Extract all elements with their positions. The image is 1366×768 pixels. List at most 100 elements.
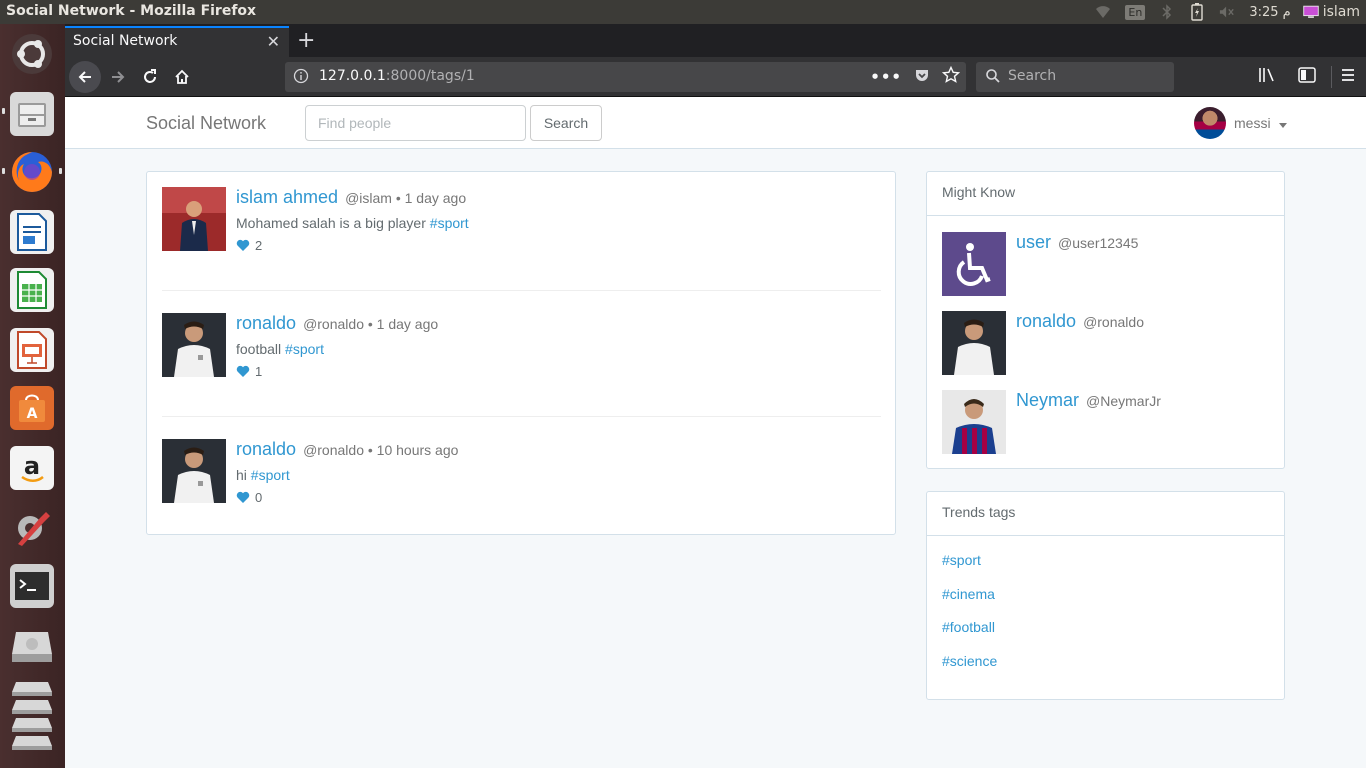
terminal-app-icon[interactable]: [10, 564, 54, 608]
library-icon[interactable]: [1258, 67, 1276, 87]
site-brand[interactable]: Social Network: [146, 113, 266, 134]
keyboard-layout-indicator[interactable]: En: [1125, 4, 1146, 20]
volume-icon[interactable]: [1219, 4, 1235, 20]
page-actions-icon[interactable]: •••: [870, 68, 902, 86]
post-author-name[interactable]: ronaldo @ronaldo • 10 hours ago: [236, 439, 458, 460]
suggested-person-name[interactable]: Neymar @NeymarJr: [1016, 390, 1161, 411]
suggested-person-name[interactable]: ronaldo @ronaldo: [1016, 311, 1144, 332]
url-text[interactable]: 127.0.0.1:8000/tags/1: [319, 68, 475, 84]
post-likes[interactable]: 2: [236, 238, 262, 253]
trends-tags-panel: Trends tags #sport #cinema #football #sc…: [926, 491, 1285, 700]
trend-tag-link[interactable]: #cinema: [942, 586, 995, 602]
trend-tag-link[interactable]: #sport: [942, 552, 981, 568]
tag-feed-panel: islam ahmed @islam • 1 day ago Mohamed s…: [146, 171, 896, 535]
post-author-avatar[interactable]: [162, 439, 226, 503]
find-people-input[interactable]: [305, 105, 526, 141]
home-button[interactable]: [167, 63, 197, 91]
like-count: 2: [255, 238, 263, 253]
suggested-person-handle: @ronaldo: [1083, 314, 1144, 330]
libreoffice-writer-icon[interactable]: [10, 210, 54, 254]
disk-drive-icon[interactable]: [10, 624, 54, 668]
post-author-avatar[interactable]: [162, 313, 226, 377]
heart-icon[interactable]: [236, 239, 250, 252]
post-meta: @ronaldo • 10 hours ago: [303, 442, 459, 458]
pocket-icon[interactable]: [914, 67, 930, 87]
trends-heading: Trends tags: [927, 492, 1284, 536]
post-author-name[interactable]: ronaldo @ronaldo • 1 day ago: [236, 313, 438, 334]
window-title: Social Network - Mozilla Firefox: [6, 3, 257, 19]
post-hashtag-link[interactable]: #sport: [285, 341, 324, 357]
libreoffice-impress-icon[interactable]: [10, 328, 54, 372]
libreoffice-calc-icon[interactable]: [10, 268, 54, 312]
like-count: 1: [255, 364, 263, 379]
like-count: 0: [255, 490, 263, 505]
amazon-app-icon[interactable]: a: [10, 446, 54, 490]
accessibility-avatar-icon[interactable]: [942, 232, 1006, 296]
sidebar-toggle-icon[interactable]: [1298, 67, 1316, 87]
ubuntu-dash-button[interactable]: [10, 32, 54, 76]
search-placeholder: Search: [1008, 68, 1057, 84]
post-divider: [162, 416, 881, 417]
launcher-running-indicator: [2, 168, 5, 174]
suggested-person-avatar[interactable]: [942, 311, 1006, 375]
new-tab-button[interactable]: +: [297, 28, 315, 53]
system-top-bar: Social Network - Mozilla Firefox En 3:25…: [0, 0, 1366, 24]
back-button[interactable]: [69, 61, 101, 93]
url-bar[interactable]: 127.0.0.1:8000/tags/1 •••: [285, 62, 966, 92]
firefox-app-icon[interactable]: [10, 150, 54, 194]
suggested-person-name-text[interactable]: Neymar: [1016, 390, 1079, 410]
launcher-focus-indicator: [59, 168, 62, 174]
svg-text:a: a: [24, 452, 40, 480]
post-hashtag-link[interactable]: #sport: [251, 467, 290, 483]
post-author-name-text[interactable]: islam ahmed: [236, 187, 338, 207]
post-likes[interactable]: 0: [236, 490, 262, 505]
clock[interactable]: 3:25 م: [1249, 5, 1290, 20]
bluetooth-icon[interactable]: [1159, 4, 1175, 20]
might-know-heading: Might Know: [927, 172, 1284, 216]
battery-icon[interactable]: [1189, 3, 1205, 21]
software-center-icon[interactable]: A: [10, 386, 54, 430]
post-author-name[interactable]: islam ahmed @islam • 1 day ago: [236, 187, 466, 208]
suggested-person-name[interactable]: user @user12345: [1016, 232, 1138, 253]
suggested-person-name-text[interactable]: user: [1016, 232, 1051, 252]
site-info-icon[interactable]: [293, 68, 309, 88]
session-user-name[interactable]: islam: [1323, 4, 1360, 20]
user-session-icon[interactable]: [1302, 4, 1319, 20]
post-likes[interactable]: 1: [236, 364, 262, 379]
bookmark-star-icon[interactable]: [941, 65, 961, 88]
post-hashtag-link[interactable]: #sport: [430, 215, 469, 231]
trend-tag-link[interactable]: #science: [942, 653, 997, 669]
svg-text:A: A: [27, 406, 38, 422]
browser-search-box[interactable]: Search: [976, 62, 1174, 92]
site-navbar: Social Network Search messi: [65, 97, 1366, 149]
post-body: Mohamed salah is a big player: [236, 215, 426, 231]
browser-navigation-bar: 127.0.0.1:8000/tags/1 ••• Search: [65, 57, 1366, 97]
browser-tab-active[interactable]: Social Network ✕: [65, 26, 289, 57]
suggested-person-avatar[interactable]: [942, 390, 1006, 454]
post-author-name-text[interactable]: ronaldo: [236, 439, 296, 459]
files-app-icon[interactable]: [10, 92, 54, 136]
url-host: 127.0.0.1: [319, 68, 386, 84]
close-tab-icon[interactable]: ✕: [267, 32, 280, 51]
system-settings-icon[interactable]: [10, 504, 54, 548]
heart-icon[interactable]: [236, 365, 250, 378]
suggested-person: ronaldo @ronaldo: [942, 311, 1272, 375]
post-body: hi: [236, 467, 247, 483]
removable-drives-icon[interactable]: [10, 676, 54, 756]
reload-button[interactable]: [135, 63, 165, 91]
trend-tag-link[interactable]: #football: [942, 619, 995, 635]
forward-button[interactable]: [103, 63, 133, 91]
toolbar-divider: [1331, 66, 1332, 88]
system-tray: En 3:25 م islam: [1095, 0, 1360, 24]
unity-launcher: A a: [0, 24, 65, 768]
wifi-icon[interactable]: [1095, 4, 1111, 20]
post-author-avatar[interactable]: [162, 187, 226, 251]
heart-icon[interactable]: [236, 491, 250, 504]
user-menu-dropdown[interactable]: messi: [1194, 107, 1287, 139]
find-people-button[interactable]: Search: [530, 105, 602, 141]
suggested-person-name-text[interactable]: ronaldo: [1016, 311, 1076, 331]
tab-title: Social Network: [73, 33, 178, 49]
post-author-name-text[interactable]: ronaldo: [236, 313, 296, 333]
hamburger-menu-icon[interactable]: [1340, 67, 1356, 87]
might-know-panel: Might Know user @user12345 ronaldo @rona…: [926, 171, 1285, 469]
